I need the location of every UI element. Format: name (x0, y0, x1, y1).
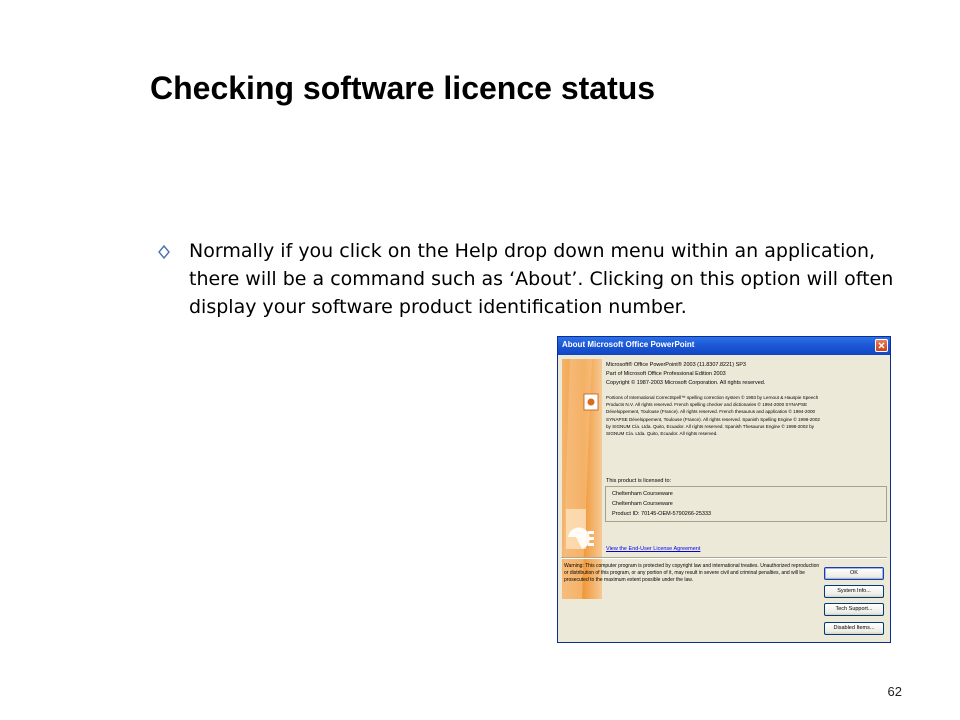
licensed-to-box: Cheltenham Courseware Cheltenham Coursew… (605, 486, 887, 522)
licensed-to-label: This product is licensed to: (606, 478, 672, 484)
hollow-diamond-bullet-icon (158, 245, 170, 259)
system-info-button[interactable]: System Info... (824, 585, 884, 598)
copyright-line: Copyright © 1987-2003 Microsoft Corporat… (606, 380, 766, 386)
product-version-line: Microsoft® Office PowerPoint® 2003 (11.8… (606, 362, 746, 368)
page-number: 62 (887, 684, 902, 699)
licensee-line: Cheltenham Courseware (612, 501, 673, 507)
edition-line: Part of Microsoft Office Professional Ed… (606, 371, 726, 377)
product-id: Product ID: 70145-OEM-5790266-25333 (612, 511, 712, 517)
bullet-text: Normally if you click on the Help drop d… (189, 240, 894, 318)
close-icon (878, 342, 885, 349)
tech-support-button[interactable]: Tech Support... (824, 603, 884, 616)
warning-text: Warning: This computer program is protec… (564, 563, 820, 584)
about-dialog: About Microsoft Office PowerPoint Micros… (557, 336, 891, 643)
close-button[interactable] (875, 339, 888, 352)
licensee-line: Cheltenham Courseware (612, 491, 673, 497)
disabled-items-button[interactable]: Disabled Items... (824, 622, 884, 635)
separator (561, 557, 887, 559)
ok-button[interactable]: OK (824, 567, 884, 580)
dialog-titlebar[interactable]: About Microsoft Office PowerPoint (558, 337, 890, 355)
dialog-title: About Microsoft Office PowerPoint (562, 340, 695, 349)
eula-link[interactable]: View the End-User License Agreement (606, 546, 700, 552)
slide-title: Checking software licence status (150, 70, 656, 106)
legal-notice: Portions of International CorrectSpell™ … (606, 395, 820, 437)
